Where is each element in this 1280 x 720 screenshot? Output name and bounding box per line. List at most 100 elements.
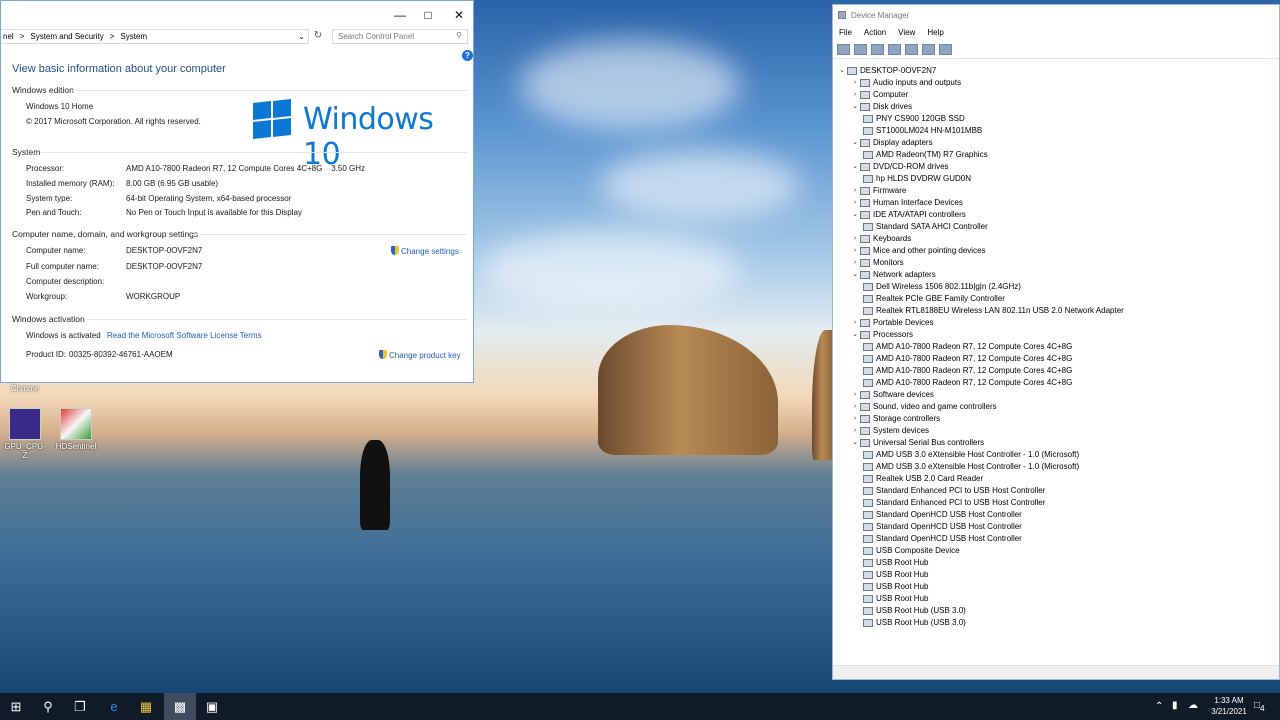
tree-device[interactable]: Realtek USB 2.0 Card Reader [863, 473, 983, 485]
tree-category[interactable]: › Sound, video and game controllers [850, 401, 997, 413]
device-manager-taskbar-button[interactable]: ▣ [196, 693, 228, 720]
collapse-chevron-icon[interactable]: ⌄ [850, 209, 860, 221]
expand-chevron-icon[interactable]: › [850, 197, 860, 209]
tree-device[interactable]: AMD A10-7800 Radeon R7, 12 Compute Cores… [863, 377, 1072, 389]
tree-category[interactable]: › System devices [850, 425, 929, 437]
collapse-chevron-icon[interactable]: ⌄ [850, 437, 860, 449]
tree-device[interactable]: PNY CS900 120GB SSD [863, 113, 965, 125]
expand-chevron-icon[interactable]: › [850, 257, 860, 269]
breadcrumb-item[interactable]: System [120, 32, 147, 41]
tree-device[interactable]: Standard SATA AHCI Controller [863, 221, 988, 233]
collapse-chevron-icon[interactable]: ⌄ [850, 329, 860, 341]
search-input[interactable]: Search Control Panel ⚲ [332, 29, 468, 44]
tree-device[interactable]: AMD USB 3.0 eXtensible Host Controller -… [863, 461, 1079, 473]
change-settings-link[interactable]: Change settings [391, 246, 459, 256]
refresh-icon[interactable]: ↻ [310, 29, 326, 44]
menu-view[interactable]: View [898, 25, 915, 41]
expand-chevron-icon[interactable]: › [850, 185, 860, 197]
expand-chevron-icon[interactable]: › [850, 401, 860, 413]
desktop-icon-cpuz[interactable]: GPU_CPU-Z [4, 408, 46, 460]
expand-chevron-icon[interactable]: › [850, 425, 860, 437]
tree-device[interactable]: Standard Enhanced PCI to USB Host Contro… [863, 497, 1045, 509]
tree-device[interactable]: Standard OpenHCD USB Host Controller [863, 509, 1022, 521]
expand-chevron-icon[interactable]: › [850, 89, 860, 101]
breadcrumb-item[interactable]: System and Security [30, 32, 103, 41]
tree-device[interactable]: USB Root Hub (USB 3.0) [863, 605, 966, 617]
start-button[interactable]: ⊞ [0, 693, 32, 720]
tree-category[interactable]: ⌄ Universal Serial Bus controllers [850, 437, 984, 449]
expand-chevron-icon[interactable]: › [850, 317, 860, 329]
tree-category[interactable]: › Software devices [850, 389, 934, 401]
file-explorer-icon[interactable]: ▦ [130, 693, 162, 720]
tree-category[interactable]: ⌄ Display adapters [850, 137, 933, 149]
menu-help[interactable]: Help [927, 25, 943, 41]
control-panel-taskbar-button[interactable]: ▩ [164, 693, 196, 720]
tree-category[interactable]: ⌄ Disk drives [850, 101, 912, 113]
tree-category[interactable]: › Keyboards [850, 233, 911, 245]
tree-category[interactable]: › Mice and other pointing devices [850, 245, 986, 257]
tree-device[interactable]: hp HLDS DVDRW GUD0N [863, 173, 971, 185]
forward-icon[interactable] [854, 44, 867, 55]
help-icon[interactable]: ? [462, 50, 473, 61]
tree-category[interactable]: ⌄ Network adapters [850, 269, 936, 281]
collapse-chevron-icon[interactable]: ⌄ [850, 269, 860, 281]
tree-device[interactable]: Dell Wireless 1506 802.11b|g|n (2.4GHz) [863, 281, 1021, 293]
tree-device[interactable]: Realtek PCIe GBE Family Controller [863, 293, 1005, 305]
breadcrumb-item[interactable]: nel [3, 32, 14, 41]
menu-action[interactable]: Action [864, 25, 886, 41]
tree-device[interactable]: USB Root Hub [863, 581, 928, 593]
expand-chevron-icon[interactable]: › [850, 233, 860, 245]
tree-device[interactable]: USB Root Hub [863, 557, 928, 569]
tree-category[interactable]: › Firmware [850, 185, 906, 197]
tree-root[interactable]: ⌄ DESKTOP-0OVF2N7 [837, 65, 936, 77]
tree-category[interactable]: › Audio inputs and outputs [850, 77, 961, 89]
help-icon[interactable] [905, 44, 918, 55]
show-hide-tree-icon[interactable] [871, 44, 884, 55]
scan-hardware-icon[interactable] [939, 44, 952, 55]
tree-device[interactable]: AMD A10-7800 Radeon R7, 12 Compute Cores… [863, 341, 1072, 353]
tree-device[interactable]: AMD A10-7800 Radeon R7, 12 Compute Cores… [863, 353, 1072, 365]
tree-device[interactable]: AMD USB 3.0 eXtensible Host Controller -… [863, 449, 1079, 461]
expand-chevron-icon[interactable]: › [850, 389, 860, 401]
tree-category[interactable]: ⌄ Processors [850, 329, 913, 341]
tree-device[interactable]: USB Root Hub [863, 593, 928, 605]
maximize-button[interactable]: □ [412, 1, 444, 29]
tree-category[interactable]: ⌄ IDE ATA/ATAPI controllers [850, 209, 966, 221]
battery-icon[interactable]: ▮ [1172, 700, 1178, 711]
notification-center-icon[interactable]: □4 [1254, 700, 1265, 713]
desktop-icon-chrome[interactable]: Chrome [4, 384, 46, 393]
tree-device[interactable]: USB Composite Device [863, 545, 960, 557]
tree-device[interactable]: Standard OpenHCD USB Host Controller [863, 533, 1022, 545]
tree-device[interactable]: Standard OpenHCD USB Host Controller [863, 521, 1022, 533]
tree-category[interactable]: ⌄ DVD/CD-ROM drives [850, 161, 949, 173]
change-product-key-link[interactable]: Change product key [379, 350, 461, 360]
address-bar[interactable]: nel > System and Security > System ⌄ [1, 29, 309, 44]
license-terms-link[interactable]: Read the Microsoft Software License Term… [107, 331, 262, 340]
tree-device[interactable]: AMD Radeon(TM) R7 Graphics [863, 149, 988, 161]
tree-device[interactable]: ST1000LM024 HN-M101MBB [863, 125, 982, 137]
desktop-icon-hdsentinel[interactable]: HDSentinel [55, 408, 97, 451]
tree-category[interactable]: › Storage controllers [850, 413, 940, 425]
tree-category[interactable]: › Portable Devices [850, 317, 933, 329]
expand-chevron-icon[interactable]: › [850, 245, 860, 257]
tree-category[interactable]: › Computer [850, 89, 908, 101]
tree-device[interactable]: USB Root Hub [863, 569, 928, 581]
tree-device[interactable]: USB Root Hub (USB 3.0) [863, 617, 966, 629]
tree-category[interactable]: › Human Interface Devices [850, 197, 963, 209]
task-view-button[interactable]: ❐ [64, 693, 96, 720]
clock[interactable]: 1:33 AM 3/21/2021 [1204, 696, 1254, 716]
collapse-chevron-icon[interactable]: ⌄ [837, 65, 847, 77]
expand-chevron-icon[interactable]: › [850, 77, 860, 89]
collapse-chevron-icon[interactable]: ⌄ [850, 161, 860, 173]
tree-device[interactable]: AMD A10-7800 Radeon R7, 12 Compute Cores… [863, 365, 1072, 377]
chevron-up-icon[interactable]: ⌃ [1155, 701, 1163, 712]
chevron-down-icon[interactable]: ⌄ [298, 32, 305, 41]
tree-category[interactable]: › Monitors [850, 257, 904, 269]
properties-icon[interactable] [888, 44, 901, 55]
expand-chevron-icon[interactable]: › [850, 413, 860, 425]
back-icon[interactable] [837, 44, 850, 55]
search-button[interactable]: ⚲ [32, 693, 64, 720]
menu-file[interactable]: File [839, 25, 852, 41]
collapse-chevron-icon[interactable]: ⌄ [850, 101, 860, 113]
close-button[interactable]: ✕ [443, 1, 475, 29]
